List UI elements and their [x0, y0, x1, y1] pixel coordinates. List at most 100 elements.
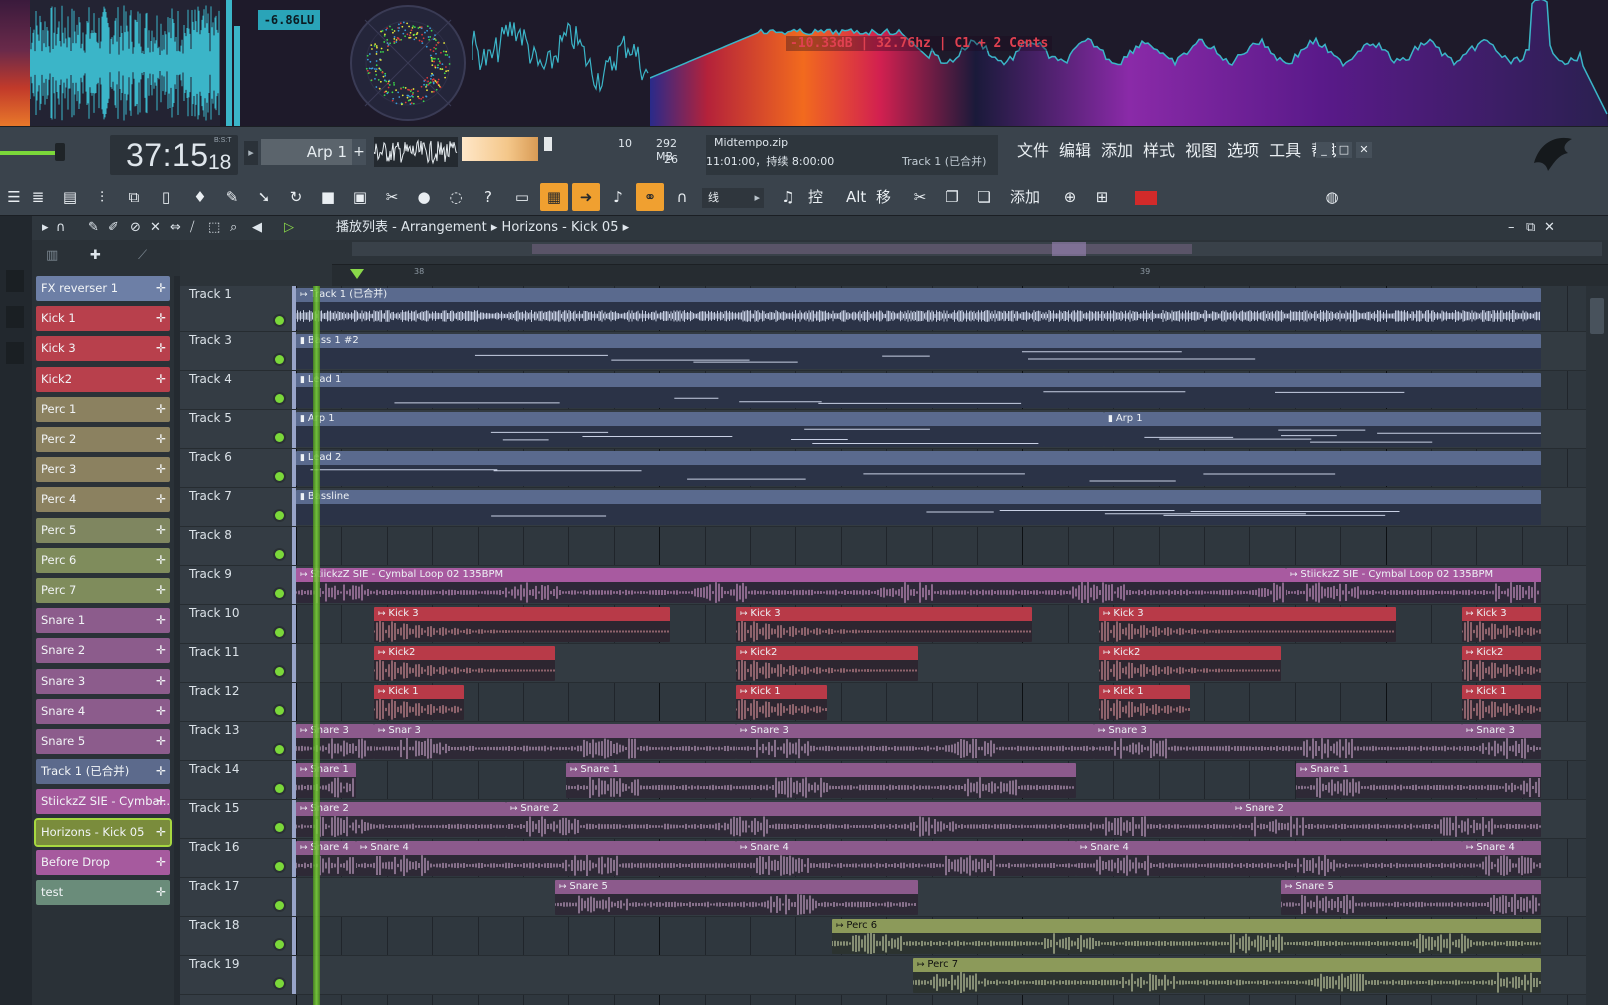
- drag-handle-icon[interactable]: ✛: [156, 276, 166, 301]
- close-button[interactable]: ✕: [1356, 142, 1372, 158]
- menu-item[interactable]: 文件: [1012, 138, 1054, 164]
- magnet-icon[interactable]: ∩: [56, 220, 66, 235]
- picker-item[interactable]: Kick 1 ✛: [36, 306, 170, 332]
- drag-handle-icon[interactable]: ✛: [156, 578, 166, 603]
- track-header[interactable]: Track 9: [180, 566, 296, 605]
- globe-icon[interactable]: ◍: [1318, 183, 1346, 211]
- track-mute-led[interactable]: [275, 745, 284, 754]
- picker-item[interactable]: Snare 4 ✛: [36, 698, 170, 724]
- clip[interactable]: Kick2: [374, 646, 555, 681]
- track-header[interactable]: Track 5: [180, 410, 296, 449]
- move-button[interactable]: 移: [876, 183, 891, 211]
- cut-tool-icon[interactable]: ✂: [378, 183, 406, 211]
- channel-rack-icon[interactable]: ▤: [56, 183, 84, 211]
- track-header[interactable]: Track 1: [180, 286, 296, 332]
- drag-handle-icon[interactable]: ✛: [156, 880, 166, 905]
- menu-item[interactable]: 选项: [1222, 138, 1264, 164]
- drag-handle-icon[interactable]: ✛: [156, 820, 166, 845]
- timeline-ruler[interactable]: 38 39: [332, 264, 1608, 286]
- paste-icon[interactable]: ❏: [970, 183, 998, 211]
- song-overview[interactable]: [352, 242, 1602, 256]
- picker-item[interactable]: Before Drop ✛: [36, 849, 170, 875]
- flag-icon[interactable]: [1128, 183, 1164, 211]
- metronome-icon[interactable]: ♫: [774, 183, 802, 211]
- drag-handle-icon[interactable]: ✛: [156, 759, 166, 784]
- pattern-prev-arrow-icon[interactable]: ▸: [244, 141, 258, 165]
- piano-icon[interactable]: ▥: [46, 248, 58, 263]
- slip-icon[interactable]: ⇔: [170, 220, 181, 235]
- picker-item[interactable]: StiickzZ SIE - Cymbal... ✛: [36, 789, 170, 815]
- track-mute-led[interactable]: [275, 511, 284, 520]
- track-lane[interactable]: [296, 527, 1586, 566]
- playhead-line[interactable]: [313, 286, 320, 1005]
- save-as-icon[interactable]: ▣: [346, 183, 374, 211]
- track-header[interactable]: Track 19: [180, 956, 296, 995]
- clip[interactable]: Kick 1: [1099, 685, 1190, 720]
- picker-item[interactable]: Kick 3 ✛: [36, 336, 170, 362]
- scissors-icon[interactable]: ✂: [906, 183, 934, 211]
- track-mute-led[interactable]: [275, 589, 284, 598]
- clip[interactable]: Kick 3: [1462, 607, 1541, 642]
- track-mute-led[interactable]: [275, 433, 284, 442]
- audio-icon[interactable]: ✚: [90, 248, 101, 263]
- track-mute-led[interactable]: [275, 823, 284, 832]
- drag-handle-icon[interactable]: ✛: [156, 729, 166, 754]
- snap-selector[interactable]: 线: [702, 188, 764, 208]
- drag-handle-icon[interactable]: ✛: [156, 457, 166, 482]
- picker-item[interactable]: Kick2 ✛: [36, 366, 170, 392]
- menu-item[interactable]: 添加: [1096, 138, 1138, 164]
- wait-input-icon[interactable]: ♪: [604, 183, 632, 211]
- browser-tab[interactable]: [6, 270, 24, 292]
- drag-handle-icon[interactable]: ✛: [156, 487, 166, 512]
- menu-item[interactable]: 工具: [1264, 138, 1306, 164]
- typing-keyboard-icon[interactable]: ▦: [540, 183, 568, 211]
- menu-item[interactable]: 编辑: [1054, 138, 1096, 164]
- clip[interactable]: Snare 4: [1076, 841, 1462, 876]
- track-header[interactable]: Track 7: [180, 488, 296, 527]
- view-window-icon[interactable]: ▭: [508, 183, 536, 211]
- picker-item[interactable]: Snare 1 ✛: [36, 608, 170, 634]
- track-mute-led[interactable]: [275, 628, 284, 637]
- menu-item[interactable]: 样式: [1138, 138, 1180, 164]
- playlist-close-button[interactable]: ✕: [1544, 220, 1555, 235]
- zoom-icon[interactable]: ⌕: [230, 220, 237, 235]
- drag-handle-icon[interactable]: ✛: [156, 336, 166, 361]
- pin-icon[interactable]: ⊕: [1056, 183, 1084, 211]
- picker-item[interactable]: test ✛: [36, 880, 170, 905]
- arrangement-grid[interactable]: Track 1 (已合并) Bass 1 #2 Lead 1 Arp 1Arp 1 Le…: [296, 286, 1586, 1005]
- clip[interactable]: Snare 3: [736, 724, 1094, 759]
- plugin-icon[interactable]: ⧉: [120, 183, 148, 211]
- clip[interactable]: Lead 2: [296, 451, 1541, 486]
- clip[interactable]: Snare 5: [1281, 880, 1541, 915]
- save-icon[interactable]: ■: [314, 183, 342, 211]
- track-header[interactable]: Track 3: [180, 332, 296, 371]
- track-mute-led[interactable]: [275, 784, 284, 793]
- track-mute-led[interactable]: [275, 901, 284, 910]
- clip[interactable]: Kick2: [1462, 646, 1541, 681]
- clip[interactable]: Kick 1: [1462, 685, 1541, 720]
- picker-item[interactable]: Perc 7 ✛: [36, 578, 170, 603]
- picker-item[interactable]: Track 1 (已合并) ✛: [36, 759, 170, 785]
- clip[interactable]: Snare 2: [506, 802, 1231, 837]
- clip[interactable]: Snare 3: [296, 724, 374, 759]
- track-header[interactable]: Track 6: [180, 449, 296, 488]
- track-mute-led[interactable]: [275, 940, 284, 949]
- playlist-minimize-button[interactable]: –: [1508, 220, 1515, 235]
- picker-item[interactable]: Perc 2 ✛: [36, 427, 170, 452]
- track-header[interactable]: Track 18: [180, 917, 296, 956]
- song-position[interactable]: 37:15 18 B:S:T: [110, 135, 238, 175]
- clip[interactable]: Snare 2: [1231, 802, 1541, 837]
- picker-item[interactable]: Perc 3 ✛: [36, 457, 170, 483]
- clip[interactable]: StiickzZ SIE - Cymbal Loop 02 135BPM: [296, 568, 1286, 603]
- track-lane[interactable]: [296, 683, 1586, 722]
- clip[interactable]: Snare 3: [1462, 724, 1541, 759]
- track-mute-led[interactable]: [275, 862, 284, 871]
- clip[interactable]: Bass 1 #2: [296, 334, 1541, 369]
- pattern-add-button[interactable]: +: [352, 139, 366, 165]
- track-header[interactable]: Track 17: [180, 878, 296, 917]
- browser-icon[interactable]: ▯: [152, 183, 180, 211]
- ctrl-button[interactable]: 控: [808, 183, 823, 211]
- play-icon[interactable]: ▷: [284, 220, 294, 235]
- vertical-scrollbar[interactable]: [1586, 286, 1608, 1005]
- clip[interactable]: Snare 4: [1462, 841, 1541, 876]
